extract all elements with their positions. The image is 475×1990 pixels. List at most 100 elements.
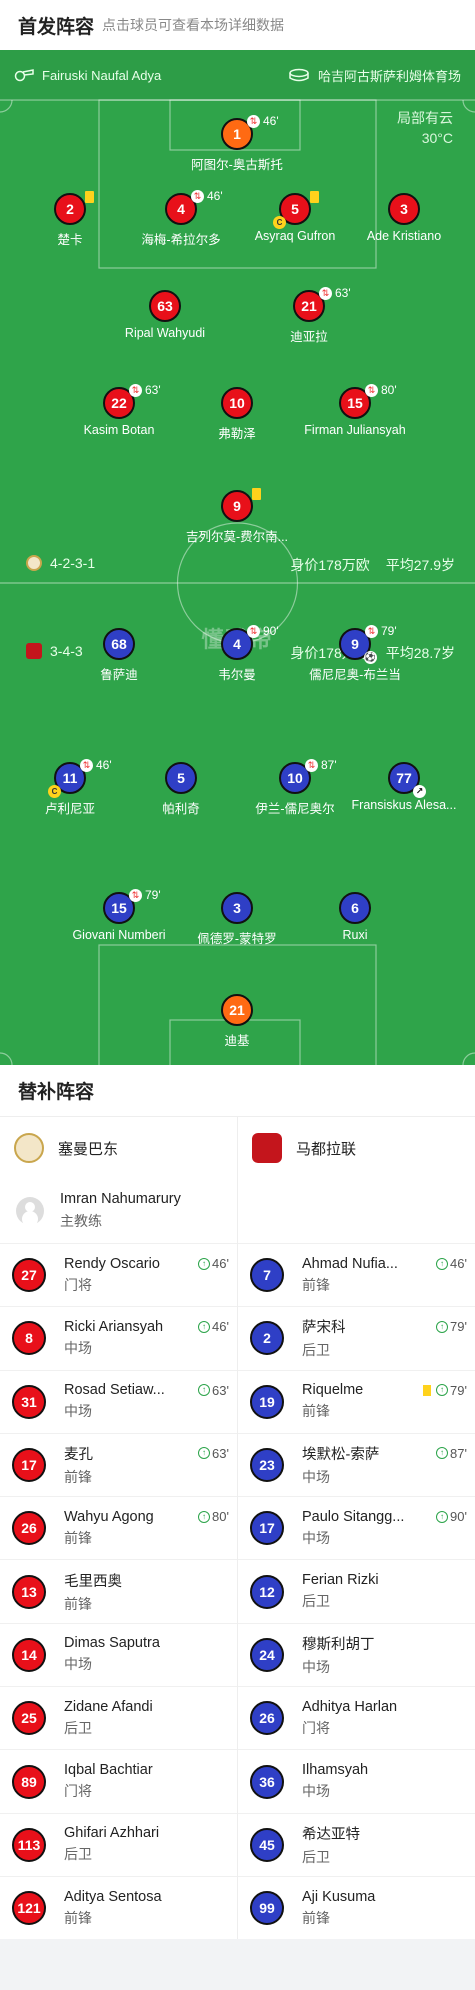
sub-on-icon: ↑ (436, 1447, 449, 1460)
player-number-badge: 9 (221, 488, 261, 522)
player-number-badge: 10 ⇅ 87' (279, 758, 337, 794)
sub-row[interactable]: 17 麦孔 前锋 ↑ 63' (0, 1432, 237, 1496)
player-number: 22 (111, 395, 127, 411)
sub-name: Dimas Saputra (64, 1635, 160, 1652)
sub-off-indicator: ⇅ 79' (129, 888, 161, 902)
sub-row[interactable]: 36 Ilhamsyah 中场 (238, 1749, 475, 1812)
coach-role: 主教练 (60, 1213, 102, 1229)
stadium-icon (289, 68, 309, 82)
sub-row[interactable]: 24 穆斯利胡丁 中场 (238, 1622, 475, 1686)
sub-on-indicator: ↑ 46' (198, 1319, 229, 1334)
home-player[interactable]: 3 Ade Kristiano (324, 193, 475, 243)
sub-position: 中场 (302, 1469, 330, 1486)
sub-row[interactable]: 121 Aditya Sentosa 前锋 (0, 1875, 237, 1939)
home-player[interactable]: 1 ⇅ 46' 阿图尔-奥古斯托 (157, 114, 317, 173)
player-number: 63 (157, 298, 173, 314)
home-player[interactable]: 63 Ripal Wahyudi (85, 290, 245, 340)
home-stats: 身价178万欧 平均27.9岁 (290, 555, 455, 575)
sub-number-badge: 27 (12, 1258, 46, 1293)
sub-info: 埃默松-索萨 中场 (302, 1443, 412, 1487)
away-team-row[interactable]: 马都拉联 (238, 1117, 475, 1179)
sub-number-badge: 2 (250, 1321, 284, 1356)
sub-name: 埃默松-索萨 (302, 1447, 380, 1464)
sub-row[interactable]: 25 Zidane Afandi 后卫 (0, 1686, 237, 1749)
sub-row[interactable]: 8 Ricki Ariansyah 中场 ↑ 46' (0, 1306, 237, 1369)
sub-row[interactable]: 89 Iqbal Bachtiar 门将 (0, 1749, 237, 1812)
yellow-card-icon (310, 191, 319, 203)
player-number-badge: 21 ⇅ 63' (293, 286, 351, 322)
player-number-badge: 5C (273, 191, 319, 229)
player-number: 5 (291, 201, 299, 217)
temperature: 30°C (421, 130, 453, 146)
captain-icon: C (48, 785, 61, 798)
sub-position: 门将 (302, 1719, 330, 1736)
sub-info: Paulo Sitangg... 中场 (302, 1509, 412, 1548)
player-number: 15 (347, 395, 363, 411)
sub-on-indicator: ↑ 90' (436, 1509, 467, 1524)
home-player[interactable]: 21 ⇅ 63' 迪亚拉 (229, 286, 389, 345)
sub-position: 后卫 (302, 1593, 330, 1610)
sub-row[interactable]: 26 Wahyu Agong 前锋 ↑ 80' (0, 1496, 237, 1559)
player-name: 迪亚拉 (290, 330, 328, 344)
sub-on-indicator: ↑ 46' (436, 1256, 467, 1271)
sub-row[interactable]: 26 Adhitya Harlan 门将 (238, 1686, 475, 1749)
away-player[interactable]: 9 ⇅ 79' ⚽ 儒尼尼奥-布兰当 (275, 624, 435, 683)
sub-row[interactable]: 19 Riquelme 前锋 ↑ 79' (238, 1369, 475, 1433)
sub-position: 前锋 (302, 1403, 330, 1420)
sub-name: Paulo Sitangg... (302, 1508, 405, 1525)
sub-row[interactable]: 31 Rosad Setiaw... 中场 ↑ 63' (0, 1369, 237, 1433)
player-number: 11 (62, 770, 78, 786)
home-coach[interactable]: Imran Nahumarury 主教练 (0, 1179, 237, 1243)
sub-row[interactable]: 7 Ahmad Nufia... 前锋 ↑ 46' (238, 1243, 475, 1306)
sub-number-badge: 7 (250, 1258, 284, 1293)
player-name: Ade Kristiano (366, 229, 442, 243)
sub-info: Zidane Afandi 后卫 (64, 1699, 174, 1738)
sub-position: 后卫 (302, 1848, 330, 1865)
player-name: 吉列尔莫-费尔南... (185, 530, 289, 544)
sub-position: 前锋 (302, 1276, 330, 1293)
sub-number-badge: 31 (12, 1384, 46, 1419)
player-number: 10 (229, 395, 245, 411)
sub-info: Ilhamsyah 中场 (302, 1762, 412, 1801)
away-player[interactable]: 21 迪基 (157, 994, 317, 1049)
sub-row[interactable]: 13 毛里西奥 前锋 (0, 1559, 237, 1622)
sub-row[interactable]: 27 Rendy Oscario 门将 ↑ 46' (0, 1243, 237, 1306)
sub-number-badge: 19 (250, 1384, 284, 1419)
sub-on-indicator: ↑ 63' (198, 1383, 229, 1398)
sub-number-badge: 17 (250, 1511, 284, 1546)
lineup-title: 首发阵容 (18, 16, 95, 38)
sub-off-indicator: ⇅ 63' (129, 383, 161, 397)
player-number-badge: 21 (221, 994, 253, 1026)
sub-info: 萨宋科 后卫 (302, 1316, 412, 1360)
sub-on-indicator: ↑ 79' (436, 1319, 467, 1334)
sub-row[interactable]: 45 希达亚特 后卫 (238, 1812, 475, 1876)
sub-row[interactable]: 12 Ferian Rizki 后卫 (238, 1559, 475, 1622)
sub-off-icon: ⇅ (305, 758, 318, 772)
player-number-badge: 68 (103, 628, 135, 660)
sub-position: 中场 (64, 1339, 92, 1356)
sub-name: Ricki Ariansyah (64, 1318, 164, 1335)
sub-name: Rendy Oscario (64, 1255, 160, 1272)
yellow-card-icon (85, 191, 94, 203)
sub-row[interactable]: 99 Aji Kusuma 前锋 (238, 1875, 475, 1939)
sub-info: Dimas Saputra 中场 (64, 1635, 174, 1674)
away-player[interactable]: 77 ↗ Fransiskus Alesa... (324, 762, 475, 812)
home-player[interactable]: 15 ⇅ 80' Firman Juliansyah (275, 383, 435, 437)
player-number-badge: 10 (221, 387, 253, 419)
sub-number-badge: 36 (250, 1764, 284, 1799)
sub-row[interactable]: 14 Dimas Saputra 中场 (0, 1622, 237, 1686)
sub-row[interactable]: 2 萨宋科 后卫 ↑ 79' (238, 1306, 475, 1369)
sub-row[interactable]: 113 Ghifari Azhhari 后卫 (0, 1812, 237, 1876)
home-team-row[interactable]: 塞曼巴东 (0, 1117, 237, 1179)
sub-name: 萨宋科 (302, 1320, 346, 1337)
sub-on-icon: ↑ (436, 1384, 449, 1397)
sub-on-indicator: ↑ 87' (436, 1446, 467, 1461)
sub-row[interactable]: 17 Paulo Sitangg... 中场 ↑ 90' (238, 1496, 475, 1559)
whistle-icon (14, 69, 34, 82)
sub-info: Iqbal Bachtiar 门将 (64, 1762, 174, 1801)
away-player[interactable]: 6 Ruxi (275, 892, 435, 942)
home-player[interactable]: 9 吉列尔莫-费尔南... (157, 488, 317, 545)
sub-name: Rosad Setiaw... (64, 1382, 165, 1399)
player-number-badge: 15 ⇅ 80' (339, 383, 397, 419)
sub-row[interactable]: 23 埃默松-索萨 中场 ↑ 87' (238, 1432, 475, 1496)
